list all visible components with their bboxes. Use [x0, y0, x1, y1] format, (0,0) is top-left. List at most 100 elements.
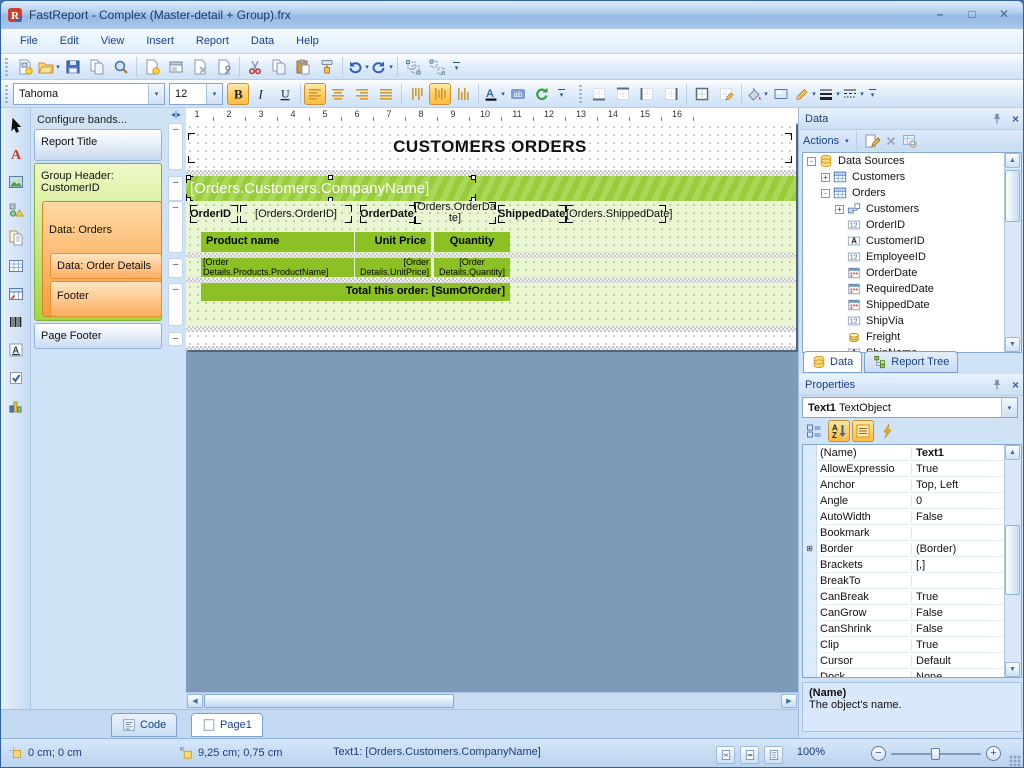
format-bold-button[interactable]: B: [227, 83, 249, 105]
close-button[interactable]: ✕: [993, 5, 1015, 23]
chevron-down-icon[interactable]: ▾: [845, 137, 849, 145]
page-footer-band[interactable]: [186, 332, 796, 346]
report-page[interactable]: CUSTOMERS ORDERS[Orders.Customers.Compan…: [186, 123, 796, 350]
chevron-down-icon[interactable]: ▾: [56, 63, 60, 71]
format-valign-bottom-button[interactable]: [451, 83, 475, 105]
tree-item-freight[interactable]: Freight: [803, 329, 1021, 345]
property-row-bookmark[interactable]: Bookmark: [803, 525, 1021, 541]
toolbar-new-dialog-button[interactable]: [164, 56, 188, 78]
chevron-down-icon[interactable]: ▾: [1001, 398, 1017, 417]
format-align-right-button[interactable]: [350, 83, 374, 105]
tree-item-employeeid[interactable]: 12EmployeeID: [803, 249, 1021, 265]
table-header-cell[interactable]: Quantity: [434, 232, 510, 252]
band-report-title[interactable]: Report Title: [34, 129, 162, 161]
scrollbar-thumb[interactable]: [1005, 170, 1020, 222]
property-grid-scrollbar[interactable]: ▲ ▼: [1004, 445, 1021, 677]
group-header-band[interactable]: [Orders.Customers.CompanyName]: [186, 176, 796, 201]
zoom-slider-thumb[interactable]: [931, 748, 940, 760]
property-row-breakto[interactable]: BreakTo: [803, 573, 1021, 589]
whole-page-view-button[interactable]: [716, 746, 735, 764]
table-data-cell[interactable]: [Order Details.Products.ProductName]: [201, 258, 354, 277]
tree-item-requireddate[interactable]: RequiredDate: [803, 281, 1021, 297]
tree-item-orders[interactable]: -Orders: [803, 185, 1021, 201]
font-name-combo[interactable]: Tahoma ▾: [13, 83, 165, 105]
toolbar-page-settings-button[interactable]: [212, 56, 236, 78]
resize-grip[interactable]: [1009, 755, 1021, 767]
order-field-expression[interactable]: [Orders.OrderDate]: [414, 202, 496, 224]
scroll-right-icon[interactable]: ▶: [781, 694, 797, 708]
data-orders-band[interactable]: OrderID[Orders.OrderID]OrderDate[Orders.…: [186, 201, 796, 253]
toolbar-overflow-button[interactable]: ▾: [556, 84, 567, 104]
band-footer[interactable]: Footer: [50, 281, 162, 317]
toolbar-grip[interactable]: [579, 85, 582, 103]
toolbar-paste-button[interactable]: [291, 56, 315, 78]
menu-item-data[interactable]: Data: [240, 31, 285, 51]
scrollbar-thumb[interactable]: [204, 694, 454, 708]
horizontal-scrollbar[interactable]: ◀ ▶: [186, 692, 798, 709]
toolbar-copy-button[interactable]: [267, 56, 291, 78]
close-icon[interactable]: ×: [1012, 378, 1019, 392]
format-border-bottom-button[interactable]: [587, 83, 611, 105]
format-border-top-button[interactable]: [611, 83, 635, 105]
minimize-button[interactable]: –: [929, 5, 951, 23]
toolbar-group-button[interactable]: [401, 56, 425, 78]
toolbar-open-button[interactable]: ▾: [37, 56, 61, 78]
format-border-all-button[interactable]: [690, 83, 714, 105]
menu-item-file[interactable]: File: [9, 31, 49, 51]
order-field-label[interactable]: OrderDate: [360, 205, 416, 223]
toolbar-preview-button[interactable]: [109, 56, 133, 78]
order-field-label[interactable]: OrderID: [190, 205, 238, 223]
tree-item-shippeddate[interactable]: ShippedDate: [803, 297, 1021, 313]
normal-view-button[interactable]: [764, 746, 783, 764]
events-view-button[interactable]: [876, 420, 900, 442]
data-tree-scrollbar[interactable]: ▲ ▼: [1004, 153, 1021, 352]
picture-tool-button[interactable]: [4, 170, 28, 194]
pointer-tool-button[interactable]: [4, 114, 28, 138]
tab-code[interactable]: Code: [111, 713, 177, 737]
format-border-right-button[interactable]: [659, 83, 683, 105]
toolbar-save-button[interactable]: [61, 56, 85, 78]
scroll-left-icon[interactable]: ◀: [187, 694, 203, 708]
chevron-down-icon[interactable]: ▾: [365, 63, 369, 71]
menu-item-view[interactable]: View: [90, 31, 136, 51]
toolbar-redo-button[interactable]: ▾: [370, 56, 394, 78]
alphabetical-sort-button[interactable]: AZ: [828, 420, 850, 442]
format-valign-center-button[interactable]: [429, 83, 451, 105]
toolbar-new-page-button[interactable]: [140, 56, 164, 78]
property-row-brackets[interactable]: Brackets[,]: [803, 557, 1021, 573]
toolbar-cut-button[interactable]: [243, 56, 267, 78]
format-rotate-button[interactable]: [530, 83, 554, 105]
page-width-view-button[interactable]: [740, 746, 759, 764]
selection-handle[interactable]: [471, 175, 476, 180]
menu-item-edit[interactable]: Edit: [49, 31, 90, 51]
format-line-width-button[interactable]: ▾: [817, 83, 841, 105]
toolbar-grip[interactable]: [5, 85, 8, 103]
band-collapse-cell[interactable]: –: [168, 201, 183, 253]
chevron-down-icon[interactable]: ▾: [812, 90, 816, 98]
band-collapse-cell[interactable]: –: [168, 176, 183, 201]
tab-report-tree[interactable]: Report Tree: [864, 351, 958, 373]
view-data-icon[interactable]: [902, 133, 918, 149]
zoom-out-button[interactable]: −: [871, 746, 886, 761]
close-icon[interactable]: ×: [1012, 112, 1019, 126]
tree-item-orderid[interactable]: 12OrderID: [803, 217, 1021, 233]
band-collapse-cell[interactable]: –: [168, 258, 183, 278]
chevron-down-icon[interactable]: ▾: [148, 84, 164, 104]
scroll-down-icon[interactable]: ▼: [1005, 662, 1020, 677]
property-row-clip[interactable]: ClipTrue: [803, 637, 1021, 653]
categorized-view-button[interactable]: [802, 420, 826, 442]
tree-item-data sources[interactable]: -Data Sources: [803, 153, 1021, 169]
property-row-name[interactable]: (Name)Text1: [803, 445, 1021, 461]
collapse-icon[interactable]: -: [807, 157, 816, 166]
chevron-down-icon[interactable]: ▾: [836, 90, 840, 98]
scroll-up-icon[interactable]: ▲: [1005, 153, 1020, 168]
property-row-angle[interactable]: Angle0: [803, 493, 1021, 509]
object-selector-combo[interactable]: Text1 TextObject ▾: [802, 397, 1018, 418]
order-field-label[interactable]: ShippedDate: [498, 205, 566, 223]
properties-view-button[interactable]: [852, 420, 874, 442]
table-header-cell[interactable]: Unit Price: [355, 232, 431, 252]
format-border-edit-button[interactable]: [714, 83, 738, 105]
checkbox-tool-button[interactable]: [4, 366, 28, 390]
property-row-anchor[interactable]: AnchorTop, Left: [803, 477, 1021, 493]
collapse-icon[interactable]: -: [821, 189, 830, 198]
